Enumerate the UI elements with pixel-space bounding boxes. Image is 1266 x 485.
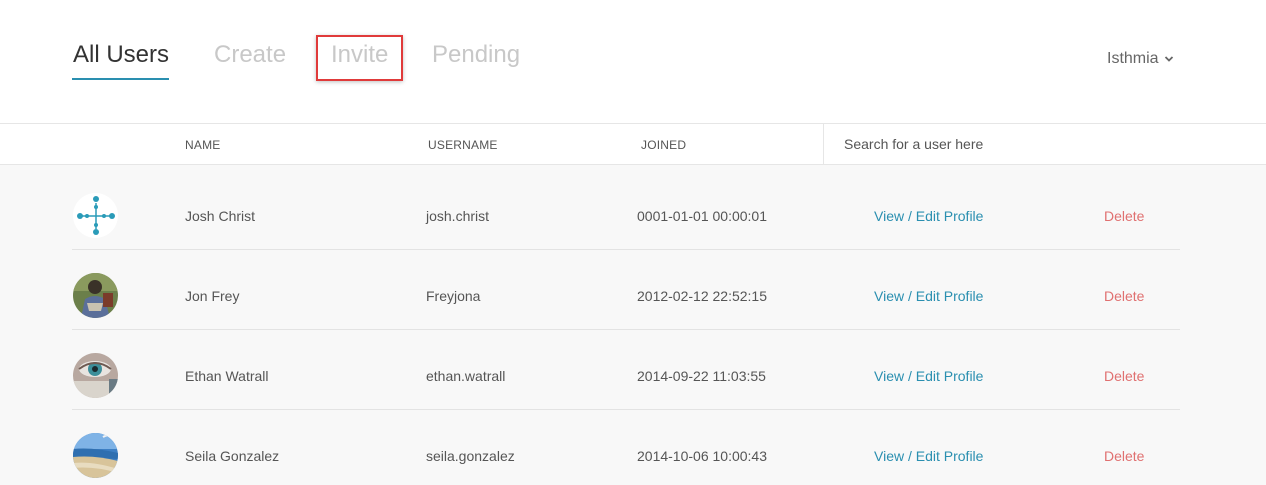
user-username: Freyjona [426, 288, 481, 304]
user-name: Josh Christ [185, 208, 256, 224]
user-photo-icon [73, 273, 118, 318]
tab-pending[interactable]: Pending [432, 41, 520, 69]
active-tab-indicator [72, 78, 169, 80]
tab-create[interactable]: Create [214, 41, 286, 69]
table-row: Jon Frey Freyjona 2012-02-12 22:52:15 Vi… [72, 250, 1180, 330]
delete-user-link[interactable]: Delete [1104, 208, 1144, 224]
column-header-joined[interactable]: JOINED [641, 138, 686, 152]
avatar [73, 353, 118, 398]
view-edit-profile-link[interactable]: View / Edit Profile [874, 448, 983, 464]
delete-user-link[interactable]: Delete [1104, 288, 1144, 304]
tab-all-users[interactable]: All Users [73, 41, 169, 69]
table-row: Seila Gonzalez seila.gonzalez 2014-10-06… [72, 410, 1180, 485]
delete-user-link[interactable]: Delete [1104, 368, 1144, 384]
user-name: Ethan Watrall [185, 368, 269, 384]
eye-photo-icon [73, 353, 118, 398]
avatar [73, 193, 118, 238]
user-joined: 2012-02-12 22:52:15 [637, 288, 767, 304]
top-navigation: All Users Create Invite Pending Isthmia [0, 0, 1266, 124]
user-username: seila.gonzalez [426, 448, 515, 464]
view-edit-profile-link[interactable]: View / Edit Profile [874, 368, 983, 384]
table-header: NAME USERNAME JOINED [0, 123, 1266, 165]
column-header-name[interactable]: NAME [185, 138, 220, 152]
delete-user-link[interactable]: Delete [1104, 448, 1144, 464]
table-row: Josh Christ josh.christ 0001-01-01 00:00… [72, 170, 1180, 250]
user-username: josh.christ [426, 208, 490, 224]
network-logo-icon [73, 193, 118, 238]
avatar [73, 433, 118, 478]
user-name: Seila Gonzalez [185, 448, 280, 464]
view-edit-profile-link[interactable]: View / Edit Profile [874, 288, 983, 304]
chevron-down-icon[interactable] [1164, 54, 1174, 64]
search-container [823, 124, 1266, 164]
avatar [73, 273, 118, 318]
user-name: Jon Frey [185, 288, 240, 304]
user-table-body: Josh Christ josh.christ 0001-01-01 00:00… [0, 165, 1266, 485]
account-switcher[interactable]: Isthmia [1107, 49, 1159, 69]
beach-photo-icon [73, 433, 118, 478]
column-header-username[interactable]: USERNAME [428, 138, 498, 152]
tab-invite[interactable]: Invite [331, 41, 388, 69]
user-username: ethan.watrall [426, 368, 506, 384]
user-joined: 0001-01-01 00:00:01 [637, 208, 767, 224]
user-joined: 2014-10-06 10:00:43 [637, 448, 767, 464]
view-edit-profile-link[interactable]: View / Edit Profile [874, 208, 983, 224]
user-search-input[interactable] [824, 124, 1266, 164]
table-row: Ethan Watrall ethan.watrall 2014-09-22 1… [72, 330, 1180, 410]
user-joined: 2014-09-22 11:03:55 [637, 368, 766, 384]
